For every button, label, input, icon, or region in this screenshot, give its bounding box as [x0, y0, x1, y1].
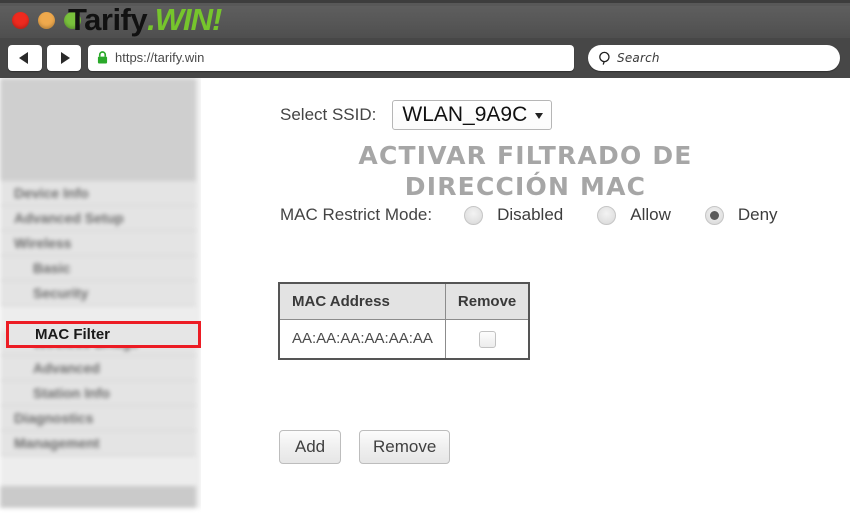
- sidebar-item-label: Station Info: [33, 385, 110, 401]
- overlay-title-line-1: ACTIVAR FILTRADO DE: [358, 141, 693, 170]
- sidebar-item-diagnostics[interactable]: Diagnostics: [0, 406, 196, 431]
- remove-button[interactable]: Remove: [359, 430, 451, 464]
- ssid-label: Select SSID:: [280, 105, 377, 124]
- radio-option-allow[interactable]: Allow: [597, 205, 671, 225]
- ssid-row: Select SSID: WLAN_9A9C: [280, 100, 553, 130]
- padlock-icon: [97, 51, 108, 64]
- sidebar-item-mac-filter[interactable]: MAC Filter: [6, 321, 201, 348]
- sidebar-item-advanced[interactable]: Advanced: [0, 356, 196, 381]
- sidebar-footer-block: [0, 486, 196, 508]
- radio-option-disabled[interactable]: Disabled: [464, 205, 563, 225]
- main-content: Select SSID: WLAN_9A9C ACTIVAR FILTRADO …: [201, 78, 850, 530]
- page-viewport: Device Info Advanced Setup Wireless Basic Se…: [0, 78, 850, 530]
- sidebar-item-label: Diagnostics: [14, 410, 94, 426]
- site-logo: Tarify.WIN!: [68, 1, 222, 39]
- ssid-selected-value: WLAN_9A9C: [402, 103, 528, 126]
- sidebar-item-management[interactable]: Management: [0, 431, 196, 456]
- radio-button-disabled[interactable]: [464, 205, 484, 225]
- overlay-annotation-title: ACTIVAR FILTRADO DE DIRECCIÓN MAC: [201, 140, 850, 202]
- address-bar[interactable]: https://tarify.win: [88, 45, 574, 71]
- mac-restrict-mode-row: MAC Restrict Mode: Disabled Allow Deny: [280, 205, 778, 225]
- mac-address-table: MAC Address Remove AA:AA:AA:AA:AA:AA: [278, 282, 531, 360]
- minimize-window-button[interactable]: [38, 12, 55, 29]
- sidebar-item-label: Device Info: [14, 185, 89, 201]
- browser-window: Tarify.WIN! https://tarify.win Search De…: [0, 0, 850, 530]
- remove-checkbox[interactable]: [478, 330, 496, 348]
- radio-label: Disabled: [497, 205, 564, 224]
- sidebar-item-advanced-setup[interactable]: Advanced Setup: [0, 206, 196, 231]
- table-row: AA:AA:AA:AA:AA:AA: [278, 318, 530, 360]
- sidebar-item-device-info[interactable]: Device Info: [0, 181, 196, 206]
- mac-address-cell: AA:AA:AA:AA:AA:AA: [278, 318, 446, 360]
- forward-button[interactable]: [47, 45, 81, 71]
- radio-button-deny[interactable]: [704, 205, 724, 225]
- sidebar-item-label: Advanced: [33, 360, 100, 376]
- title-bar: Tarify.WIN!: [0, 0, 850, 39]
- mac-table-header-row: MAC Address Remove: [278, 282, 530, 320]
- close-window-button[interactable]: [12, 12, 29, 29]
- logo-text-dark: Tarify: [68, 2, 148, 37]
- add-button[interactable]: Add: [279, 430, 341, 464]
- radio-label: Deny: [737, 205, 778, 224]
- mac-table-body: AA:AA:AA:AA:AA:AA: [278, 318, 530, 360]
- overlay-title-line-2: DIRECCIÓN MAC: [404, 172, 647, 201]
- sidebar-item-label: Wireless: [14, 235, 72, 251]
- back-button[interactable]: [8, 45, 42, 71]
- logo-text-green: .WIN!: [147, 2, 222, 37]
- browser-toolbar: https://tarify.win Search: [0, 38, 850, 78]
- remove-column-header: Remove: [444, 282, 530, 320]
- remove-cell: [444, 318, 530, 360]
- ssid-select[interactable]: WLAN_9A9C: [392, 100, 553, 130]
- search-box[interactable]: Search: [588, 45, 840, 71]
- mac-restrict-mode-label: MAC Restrict Mode:: [280, 205, 433, 224]
- action-button-row: Add Remove: [279, 430, 451, 464]
- sidebar-item-label: MAC Filter: [35, 326, 110, 343]
- sidebar-menu: Device Info Advanced Setup Wireless Basic Se…: [0, 181, 196, 456]
- chevron-down-icon: [535, 113, 544, 119]
- sidebar-item-wireless[interactable]: Wireless: [0, 231, 196, 256]
- search-placeholder-text: Search: [617, 51, 660, 65]
- forward-arrow-icon: [61, 52, 70, 64]
- sidebar-item-label: Basic: [33, 260, 71, 276]
- mac-table-head: MAC Address Remove: [278, 282, 530, 320]
- back-arrow-icon: [19, 52, 28, 64]
- router-sidebar: Device Info Advanced Setup Wireless Basic Se…: [0, 78, 201, 508]
- sidebar-item-station-info[interactable]: Station Info: [0, 381, 196, 406]
- url-text: https://tarify.win: [115, 50, 205, 65]
- search-magnifier-icon: [599, 51, 610, 65]
- radio-button-allow[interactable]: [597, 205, 617, 225]
- sidebar-item-security[interactable]: Security: [0, 281, 196, 306]
- radio-label: Allow: [630, 205, 671, 224]
- sidebar-item-label: Security: [33, 285, 89, 301]
- sidebar-item-basic[interactable]: Basic: [0, 256, 196, 281]
- sidebar-logo-block: [0, 78, 196, 181]
- sidebar-item-label: Advanced Setup: [14, 210, 124, 226]
- radio-option-deny[interactable]: Deny: [704, 205, 778, 225]
- sidebar-item-label: Management: [14, 435, 100, 451]
- mac-address-column-header: MAC Address: [278, 282, 446, 320]
- mac-restrict-mode-radio-group: Disabled Allow Deny: [464, 205, 778, 225]
